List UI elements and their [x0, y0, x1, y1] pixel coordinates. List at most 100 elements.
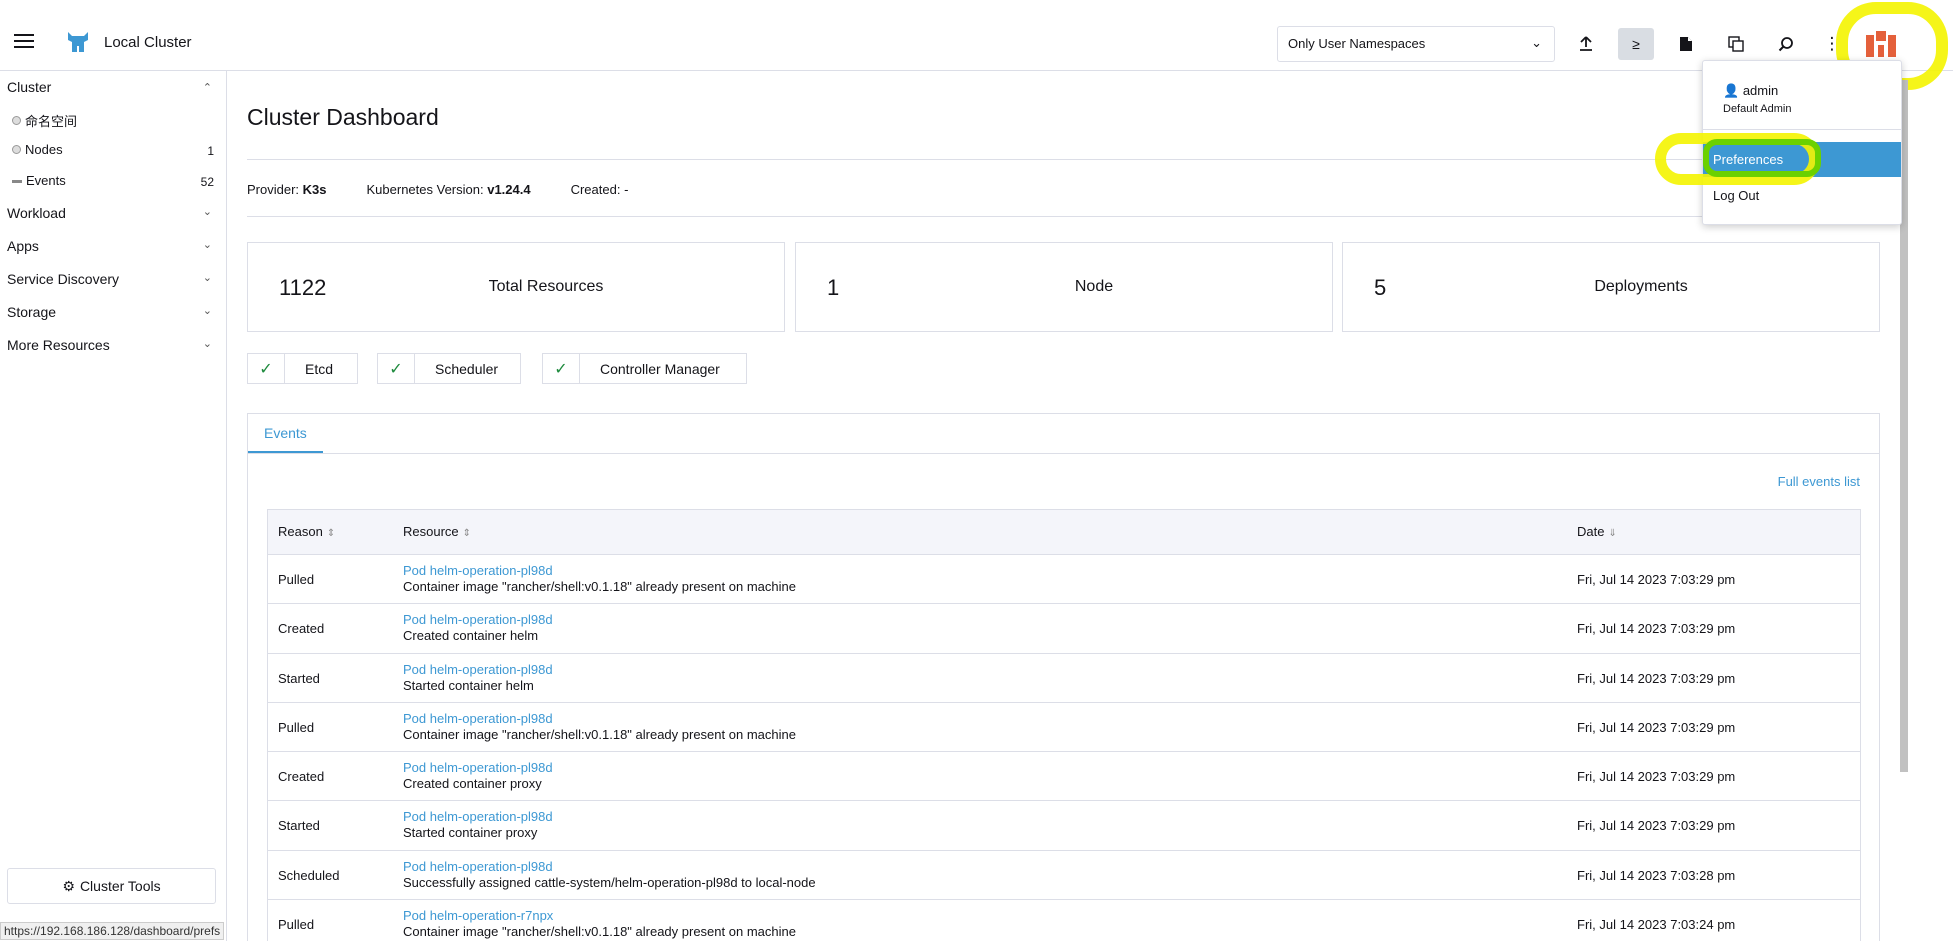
nav-item-label: Nodes [25, 142, 63, 157]
nav-item-namespaces[interactable]: 命名空间 [12, 111, 77, 130]
tab-events[interactable]: Events [248, 414, 323, 453]
namespace-filter-select[interactable]: Only User Namespaces ⌄ [1277, 26, 1555, 62]
username: admin [1742, 83, 1779, 98]
event-message: Container image "rancher/shell:v0.1.18" … [403, 726, 796, 742]
terminal-icon: ≥ [1632, 36, 1640, 52]
namespace-filter-value: Only User Namespaces [1288, 36, 1426, 51]
side-navigation: Cluster ⌃ 命名空间 Nodes 1 ▬ Events 52 Workl… [0, 71, 227, 941]
event-message: Created container proxy [403, 776, 542, 792]
event-date: Fri, Jul 14 2023 7:03:29 pm [1577, 719, 1736, 735]
k8s-version-info: Kubernetes Version: v1.24.4 [366, 182, 531, 197]
resource-link[interactable]: Pod helm-operation-pl98d [403, 711, 796, 727]
chevron-down-icon: ⌄ [202, 338, 212, 350]
resource-link[interactable]: Pod helm-operation-pl98d [403, 859, 816, 875]
table-row: Scheduled Pod helm-operation-pl98d Success… [268, 851, 1860, 901]
nav-group-storage[interactable]: Storage ⌄ [7, 304, 220, 320]
event-date: Fri, Jul 14 2023 7:03:29 pm [1577, 572, 1736, 587]
column-header-reason[interactable]: Reason ⇕ [278, 524, 335, 539]
etcd-status: ✓ Etcd [247, 353, 358, 384]
nav-group-label: Workload [7, 205, 66, 221]
cluster-tools-button[interactable]: ⚙ Cluster Tools [7, 868, 216, 904]
user-role: Default Admin [1723, 103, 1792, 115]
resource-link[interactable]: Pod helm-operation-pl98d [403, 809, 553, 825]
event-reason: Pulled [278, 917, 315, 933]
event-resource: Pod helm-operation-pl98d Container image … [403, 711, 796, 743]
column-header-resource[interactable]: Resource ⇕ [403, 524, 471, 539]
gear-icon: ⚙ [62, 877, 75, 894]
nav-item-label: Events [26, 173, 66, 188]
nodes-count: 1 [207, 144, 214, 158]
total-resources-card[interactable]: 1122 Total Resources [247, 242, 785, 332]
cluster-name[interactable]: Local Cluster [104, 34, 192, 51]
column-header-date[interactable]: Date ⇓ [1577, 524, 1617, 539]
table-header: Reason ⇕ Resource ⇕ Date ⇓ [268, 510, 1860, 555]
resource-link[interactable]: Pod helm-operation-pl98d [403, 612, 553, 628]
resource-link[interactable]: Pod helm-operation-r7npx [403, 908, 796, 924]
event-reason: Scheduled [278, 867, 340, 883]
event-date: Fri, Jul 14 2023 7:03:24 pm [1577, 917, 1736, 933]
nav-group-apps[interactable]: Apps ⌄ [7, 238, 220, 254]
table-row: Started Pod helm-operation-pl98d Started c… [268, 654, 1860, 703]
resource-link[interactable]: Pod helm-operation-pl98d [403, 563, 796, 579]
nav-group-more-resources[interactable]: More Resources ⌄ [7, 337, 220, 353]
card-label: Node [1074, 278, 1114, 295]
event-resource: Pod helm-operation-pl98d Started containe… [403, 809, 553, 841]
import-yaml-button[interactable] [1568, 28, 1604, 60]
event-date: Fri, Jul 14 2023 7:03:29 pm [1577, 670, 1736, 686]
browser-status-url: https://192.168.186.128/dashboard/prefs [0, 922, 225, 940]
full-events-link[interactable]: Full events list [1778, 474, 1860, 489]
event-date: Fri, Jul 14 2023 7:03:29 pm [1577, 621, 1736, 637]
chevron-down-icon: ⌄ [1531, 35, 1542, 50]
resource-link[interactable]: Pod helm-operation-pl98d [403, 662, 553, 678]
search-button[interactable] [1768, 28, 1804, 60]
component-label: Etcd [305, 360, 334, 377]
nav-item-nodes[interactable]: Nodes [12, 142, 219, 157]
event-message: Container image "rancher/shell:v0.1.18" … [403, 924, 796, 940]
event-message: Started container proxy [403, 825, 538, 841]
copy-kubeconfig-button[interactable] [1718, 28, 1754, 60]
sort-icon: ⇕ [462, 528, 472, 539]
hamburger-menu-icon[interactable] [14, 34, 34, 48]
chevron-down-icon: ⌄ [202, 272, 212, 284]
top-header: Local Cluster Only User Namespaces ⌄ ≥ ⋮ [0, 0, 1953, 90]
scheduler-status: ✓ Scheduler [377, 353, 521, 384]
nav-group-workload[interactable]: Workload ⌄ [7, 205, 220, 221]
event-resource: Pod helm-operation-r7npx Container image … [403, 908, 796, 940]
events-panel: Events Full events list Reason ⇕ Resource… [247, 413, 1880, 941]
event-message: Successfully assigned cattle-system/helm… [403, 874, 816, 890]
search-icon [1778, 37, 1793, 52]
node-card[interactable]: 1 Node [795, 242, 1333, 332]
meta-divider [247, 216, 1880, 217]
event-reason: Started [278, 670, 320, 686]
user-icon: 👤 [1723, 83, 1740, 98]
logout-menu-item[interactable]: Log Out [1713, 188, 1759, 203]
tab-divider [248, 453, 1879, 454]
resource-link[interactable]: Pod helm-operation-pl98d [403, 760, 553, 776]
cluster-logo-icon [68, 32, 88, 52]
menu-divider [1703, 129, 1901, 130]
card-label: Deployments [1594, 278, 1688, 295]
nav-group-label: Apps [7, 238, 39, 254]
table-row: Created Pod helm-operation-pl98d Created c… [268, 604, 1860, 654]
download-kubeconfig-button[interactable] [1668, 28, 1704, 60]
nav-item-events[interactable]: ▬ Events [12, 173, 66, 188]
chevron-down-icon: ⌄ [202, 206, 212, 218]
event-date: Fri, Jul 14 2023 7:03:29 pm [1577, 769, 1736, 785]
event-resource: Pod helm-operation-pl98d Created containe… [403, 612, 553, 644]
events-table: Reason ⇕ Resource ⇕ Date ⇓ Pulled Pod helm-o… [267, 509, 1861, 941]
kubectl-shell-button[interactable]: ≥ [1618, 28, 1654, 60]
nav-group-cluster[interactable]: Cluster ⌃ [7, 79, 220, 95]
deployments-card[interactable]: 5 Deployments [1342, 242, 1880, 332]
circle-icon [12, 116, 21, 125]
sort-icon: ⇕ [326, 528, 336, 539]
event-reason: Created [278, 621, 325, 637]
nav-item-label: 命名空间 [25, 114, 78, 129]
table-row: Pulled Pod helm-operation-pl98d Container … [268, 703, 1860, 753]
nav-group-service-discovery[interactable]: Service Discovery ⌄ [7, 271, 220, 287]
provider-info: Provider: K3s [247, 182, 327, 197]
cluster-tools-label: Cluster Tools [79, 878, 161, 894]
event-date: Fri, Jul 14 2023 7:03:28 pm [1577, 867, 1736, 883]
event-resource: Pod helm-operation-pl98d Successfully ass… [403, 859, 816, 891]
check-icon: ✓ [248, 354, 285, 383]
event-message: Created container helm [403, 628, 539, 644]
